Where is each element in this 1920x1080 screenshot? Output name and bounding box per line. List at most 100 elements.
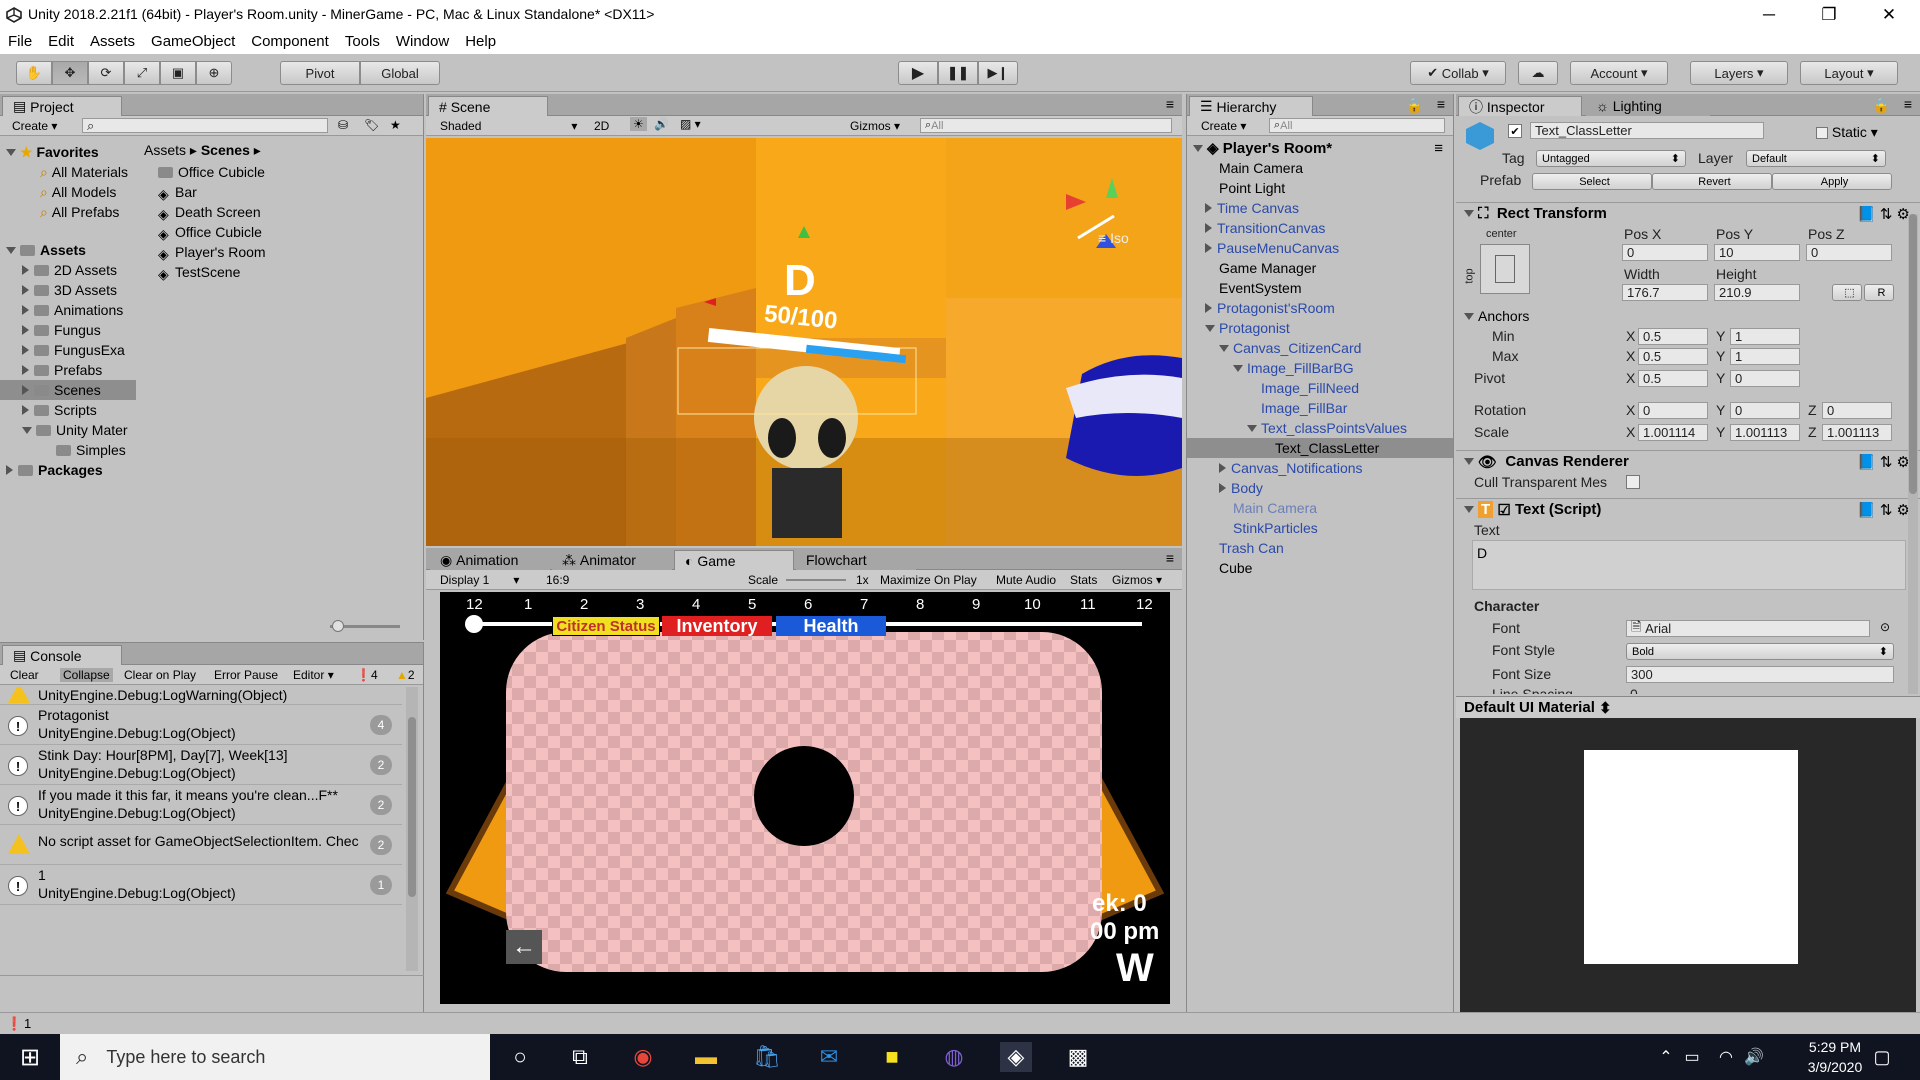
hierarchy-item[interactable]: Main Camera [1187, 158, 1453, 178]
hierarchy-item[interactable]: Protagonist [1187, 318, 1453, 338]
mail-icon[interactable]: ✉ [813, 1042, 845, 1072]
prefab-select-button[interactable]: Select [1532, 173, 1652, 190]
hierarchy-item[interactable]: TransitionCanvas [1187, 218, 1453, 238]
expand-arrow-icon[interactable] [1247, 424, 1257, 432]
lock-icon[interactable]: 🔒 [1873, 97, 1890, 114]
asset-folder[interactable]: Simples [0, 440, 136, 460]
layers-dropdown[interactable]: Layers ▾ [1690, 61, 1788, 85]
pos-z-field[interactable]: 0 [1806, 244, 1892, 261]
scrollbar-thumb[interactable] [1909, 214, 1917, 494]
tab-animator[interactable]: ⁂ Animator [552, 550, 672, 570]
error-pause-toggle[interactable]: Error Pause [214, 668, 278, 682]
scene-file[interactable]: ◈ TestScene [138, 262, 424, 282]
tab-animation[interactable]: ◉ Animation [430, 550, 550, 570]
hierarchy-item[interactable]: Protagonist'sRoom [1187, 298, 1453, 318]
close-button[interactable]: ✕ [1860, 0, 1918, 30]
store-icon[interactable]: 🛍 [751, 1042, 783, 1072]
hierarchy-item[interactable]: Trash Can [1187, 538, 1453, 558]
active-checkbox[interactable]: ✔ [1508, 124, 1522, 138]
tab-lighting[interactable]: ☼ Lighting [1586, 96, 1710, 116]
asset-folder-selected[interactable]: Scenes [0, 380, 136, 400]
scrollbar-thumb[interactable] [408, 717, 416, 897]
scene-root[interactable]: ◈ Player's Room* ≡ [1187, 138, 1453, 158]
scene-search-input[interactable]: ⌕ All [920, 118, 1172, 133]
panel-menu-icon[interactable]: ≡ [1166, 96, 1174, 112]
hierarchy-item[interactable]: Image_FillBarBG [1187, 358, 1453, 378]
cull-transparent-checkbox[interactable] [1626, 475, 1640, 489]
hierarchy-item[interactable]: StinkParticles [1187, 518, 1453, 538]
expand-arrow-icon[interactable] [1233, 364, 1243, 372]
component-settings-icon[interactable]: 📘 ⇅ ⚙ [1857, 501, 1910, 519]
editor-dropdown[interactable]: Editor ▾ [293, 668, 334, 682]
scale-tool-button[interactable]: ⤢ [124, 61, 160, 85]
create-button[interactable]: Create ▾ [1201, 119, 1246, 133]
rect-transform-header[interactable]: ⛶ Rect Transform 📘 ⇅ ⚙ [1456, 202, 1920, 224]
canvas-renderer-header[interactable]: 👁 Canvas Renderer 📘 ⇅ ⚙ [1456, 450, 1920, 472]
console-scrollbar[interactable] [406, 687, 418, 971]
minimize-button[interactable]: ─ [1740, 0, 1798, 30]
cortana-icon[interactable]: ○ [504, 1042, 536, 1072]
play-button[interactable]: ▶ [898, 61, 938, 85]
account-dropdown[interactable]: Account ▾ [1570, 61, 1668, 85]
scene-file[interactable]: ◈ Office Cubicle [138, 222, 424, 242]
info-filter-toggle[interactable]: ❗4 [356, 668, 378, 682]
rotate-tool-button[interactable]: ⟳ [88, 61, 124, 85]
raw-edit-button[interactable]: R [1864, 284, 1894, 301]
assets-node[interactable]: Assets [0, 240, 136, 260]
font-style-dropdown[interactable]: Bold ⬍ [1626, 643, 1894, 660]
hierarchy-item[interactable]: Cube [1187, 558, 1453, 578]
task-view-icon[interactable]: ⧉ [564, 1042, 596, 1072]
mute-audio-toggle[interactable]: Mute Audio [996, 573, 1056, 587]
layer-dropdown[interactable]: Default ⬍ [1746, 150, 1886, 167]
collapse-arrow-icon[interactable] [1205, 303, 1212, 313]
packages-node[interactable]: Packages [0, 460, 136, 480]
scene-file[interactable]: ◈ Player's Room [138, 242, 424, 262]
unity-taskbar-icon[interactable]: ◈ [1000, 1042, 1032, 1072]
favorite-item[interactable]: ⌕ All Models [0, 182, 136, 202]
menu-help[interactable]: Help [457, 30, 504, 50]
pause-button[interactable]: ❚❚ [938, 61, 978, 85]
collab-dropdown[interactable]: ✔ Collab ▾ [1410, 61, 1506, 85]
expand-arrow-icon[interactable] [1205, 324, 1215, 332]
collapse-arrow-icon[interactable] [1205, 203, 1212, 213]
maximize-on-play-toggle[interactable]: Maximize On Play [880, 573, 977, 587]
static-toggle[interactable]: Static ▾ [1816, 124, 1878, 141]
scale-z-field[interactable]: 1.001113 [1822, 424, 1892, 441]
hierarchy-item[interactable]: EventSystem [1187, 278, 1453, 298]
clear-button[interactable]: Clear [10, 668, 39, 682]
filter-type-icon[interactable]: ⛁ [338, 118, 348, 132]
panel-menu-icon[interactable]: ≡ [1437, 96, 1445, 112]
tag-dropdown[interactable]: Untagged ⬍ [1536, 150, 1686, 167]
favorites-node[interactable]: ★ Favorites [0, 142, 136, 162]
width-field[interactable]: 176.7 [1622, 284, 1708, 301]
menu-window[interactable]: Window [388, 30, 457, 50]
citizen-status-button[interactable]: Citizen Status [552, 616, 660, 636]
log-entry[interactable]: UnityEngine.Debug:LogWarning(Object) [0, 687, 402, 705]
hierarchy-item[interactable]: Game Manager [1187, 258, 1453, 278]
panel-menu-icon[interactable]: ≡ [1166, 550, 1174, 566]
stats-toggle[interactable]: Stats [1070, 573, 1097, 587]
warn-filter-toggle[interactable]: ▲2 [396, 668, 415, 682]
battery-icon[interactable]: ▭ [1676, 1042, 1708, 1072]
notification-center-icon[interactable]: ▢ [1866, 1042, 1898, 1072]
collapse-arrow-icon[interactable] [1219, 463, 1226, 473]
transform-tool-button[interactable]: ⊕ [196, 61, 232, 85]
chrome-icon[interactable]: ◉ [627, 1042, 659, 1072]
rotation-x-field[interactable]: 0 [1638, 402, 1708, 419]
pivot-x-field[interactable]: 0.5 [1638, 370, 1708, 387]
tab-game[interactable]: ◐ Game [674, 550, 794, 570]
menu-gameobject[interactable]: GameObject [143, 30, 243, 50]
asset-folder[interactable]: Animations [0, 300, 136, 320]
menu-file[interactable]: File [0, 30, 40, 50]
tab-inspector[interactable]: ⓘ Inspector [1458, 96, 1582, 116]
favorite-item[interactable]: ⌕ All Materials [0, 162, 136, 182]
star-icon[interactable]: ★ [390, 118, 401, 132]
height-field[interactable]: 210.9 [1714, 284, 1800, 301]
shading-dropdown[interactable]: Shaded ▾ [440, 119, 577, 133]
unity-hub-icon[interactable]: ▩ [1062, 1042, 1094, 1072]
lock-icon[interactable]: 🔒 [1406, 97, 1423, 114]
breadcrumb-assets[interactable]: Assets [144, 142, 186, 158]
scale-y-field[interactable]: 1.001113 [1730, 424, 1800, 441]
hierarchy-item[interactable]: Image_FillNeed [1187, 378, 1453, 398]
material-preview-header[interactable]: Default UI Material ⬍ [1456, 696, 1920, 718]
